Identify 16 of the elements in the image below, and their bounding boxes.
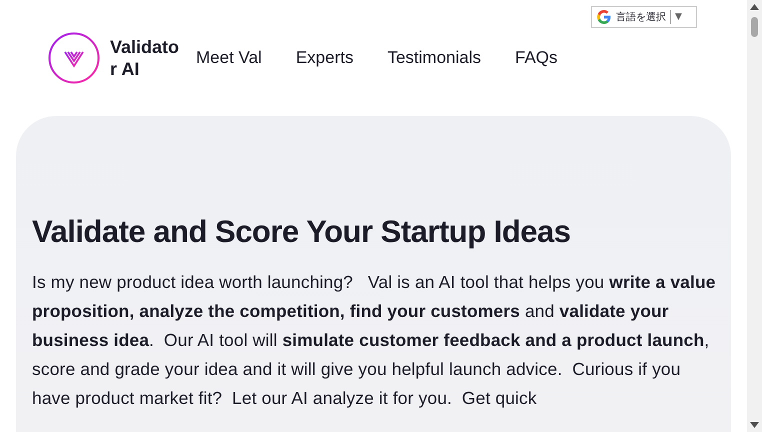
scroll-thumb[interactable] — [751, 17, 758, 37]
language-selector[interactable]: 言語を選択 ▼ — [591, 6, 697, 28]
brand-name: Validato r AI — [110, 36, 180, 80]
logo-icon — [48, 32, 100, 84]
language-label: 言語を選択 — [616, 10, 671, 24]
google-icon — [596, 9, 612, 25]
scroll-down-icon[interactable] — [750, 422, 759, 428]
scroll-up-icon[interactable] — [750, 4, 759, 10]
caret-icon: ▼ — [675, 12, 682, 22]
nav-link[interactable]: Testimonials — [387, 48, 482, 68]
nav-link[interactable]: Experts — [296, 48, 354, 68]
hero-heading: Validate and Score Your Startup Ideas — [32, 214, 572, 250]
scrollbar[interactable] — [747, 0, 762, 432]
hero-paragraph: Is my new product idea worth launching? Val is an AI tool that helps you write a value proposition, analyze the competition, find your customers and validate your business idea. Our AI tool will simulate customer feedback and a product launch, score and grade your idea and it will give you helpful launch advice. Curious if you have product market fit? Let our AI analyze it for you. Get quick — [32, 271, 716, 410]
nav-link[interactable]: FAQs — [515, 48, 558, 68]
nav-link[interactable]: Meet Val — [196, 48, 262, 68]
